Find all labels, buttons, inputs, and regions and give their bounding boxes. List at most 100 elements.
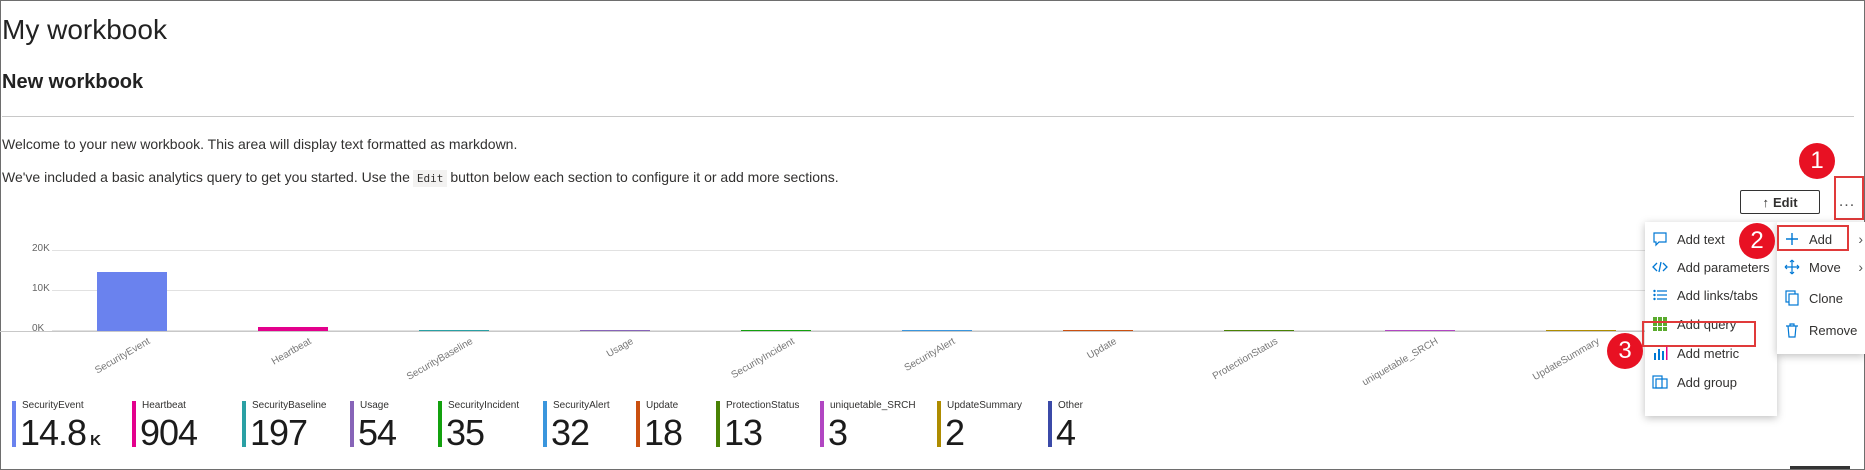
menu-item-label: Add metric bbox=[1677, 345, 1740, 361]
tile-value: 18 bbox=[644, 412, 683, 454]
tile-value: 197 bbox=[250, 412, 308, 454]
y-tick-label: 10K bbox=[32, 283, 50, 294]
code-icon bbox=[1651, 258, 1669, 276]
tile-color-stripe bbox=[543, 401, 547, 447]
bulleted-list-icon bbox=[1651, 286, 1669, 304]
callout-badge-2: 2 bbox=[1739, 223, 1775, 259]
section-divider bbox=[2, 116, 1854, 117]
section-title: New workbook bbox=[2, 71, 144, 93]
tile-color-stripe bbox=[12, 401, 16, 447]
context-item-clone[interactable]: Clone bbox=[1777, 284, 1865, 312]
menu-item-add-links-tabs[interactable]: Add links/tabs bbox=[1645, 281, 1777, 309]
tile-name: Usage bbox=[360, 400, 389, 411]
inline-code-edit: Edit bbox=[412, 170, 448, 187]
x-tick-label: SecurityBaseline bbox=[404, 336, 475, 383]
x-tick-label: UpdateSummary bbox=[1531, 336, 1602, 384]
tile-name: SecurityIncident bbox=[448, 400, 520, 411]
tile-name: SecurityEvent bbox=[22, 400, 84, 411]
bar-ProtectionStatus[interactable] bbox=[1224, 329, 1294, 331]
callout-badge-1: 1 bbox=[1799, 143, 1835, 179]
tile-number: 35 bbox=[446, 412, 485, 453]
menu-item-label: Add parameters bbox=[1677, 259, 1770, 275]
tile-value: 3 bbox=[828, 412, 848, 454]
intro-text-line1: Welcome to your new workbook. This area … bbox=[2, 136, 518, 152]
tile-number: 13 bbox=[724, 412, 763, 453]
group-icon bbox=[1651, 373, 1669, 391]
tile-number: 32 bbox=[551, 412, 590, 453]
move-icon bbox=[1783, 258, 1801, 276]
callout-badge-3: 3 bbox=[1607, 333, 1643, 369]
edit-button[interactable]: ↑ Edit bbox=[1740, 190, 1820, 214]
bar-Usage[interactable] bbox=[580, 329, 650, 331]
tile-color-stripe bbox=[716, 401, 720, 447]
bar-Heartbeat[interactable] bbox=[258, 327, 328, 331]
highlight-more-options bbox=[1834, 176, 1864, 220]
tile-name: Heartbeat bbox=[142, 400, 186, 411]
y-tick-label: 0K bbox=[32, 323, 45, 334]
x-tick-label: Update bbox=[1085, 336, 1119, 362]
context-item-remove[interactable]: Remove bbox=[1777, 316, 1865, 344]
x-tick-label: SecurityIncident bbox=[729, 336, 797, 382]
intro-text-pre: We've included a basic analytics query t… bbox=[2, 169, 410, 185]
gridline bbox=[52, 250, 1650, 251]
bar-SecurityBaseline[interactable] bbox=[419, 329, 489, 331]
tile-color-stripe bbox=[350, 401, 354, 447]
tile-color-stripe bbox=[820, 401, 824, 447]
tile-value: 2 bbox=[945, 412, 965, 454]
tile-value: 904 bbox=[140, 412, 198, 454]
y-tick-label: 20K bbox=[32, 243, 50, 254]
tile-value: 4 bbox=[1056, 412, 1076, 454]
gridline bbox=[52, 290, 1650, 291]
tile-name: uniquetable_SRCH bbox=[830, 400, 916, 411]
tile-number: 54 bbox=[358, 412, 397, 453]
bar-Update[interactable] bbox=[1063, 329, 1133, 331]
bar-SecurityIncident[interactable] bbox=[741, 329, 811, 331]
context-item-label: Remove bbox=[1809, 322, 1858, 338]
menu-item-add-group[interactable]: Add group bbox=[1645, 368, 1777, 396]
menu-item-label: Add group bbox=[1677, 374, 1737, 390]
tile-number: 18 bbox=[644, 412, 683, 453]
tile-value: 13 bbox=[724, 412, 763, 454]
up-arrow-icon: ↑ bbox=[1762, 194, 1769, 210]
tile-number: 2 bbox=[945, 412, 965, 453]
chevron-right-icon: › bbox=[1858, 231, 1863, 247]
tile-color-stripe bbox=[132, 401, 136, 447]
context-item-label: Clone bbox=[1809, 290, 1843, 306]
context-item-move[interactable]: Move › bbox=[1777, 253, 1865, 281]
x-tick-label: SecurityEvent bbox=[93, 336, 153, 377]
tile-color-stripe bbox=[438, 401, 442, 447]
scroll-indicator bbox=[1790, 466, 1850, 469]
tile-number: 197 bbox=[250, 412, 308, 453]
tile-color-stripe bbox=[636, 401, 640, 447]
tile-value: 54 bbox=[358, 412, 397, 454]
tile-color-stripe bbox=[1048, 401, 1052, 447]
highlight-add bbox=[1777, 225, 1849, 251]
tile-name: Other bbox=[1058, 400, 1084, 411]
bar-chart: 20K 10K 0K SecurityEvent Heartbeat SecurityBa… bbox=[0, 240, 1650, 400]
x-axis-line bbox=[0, 331, 1650, 332]
bar-uniquetable_SRCH[interactable] bbox=[1385, 329, 1455, 331]
tile-name: SecurityBaseline bbox=[252, 400, 327, 411]
bar-UpdateSummary[interactable] bbox=[1546, 329, 1616, 331]
intro-text-post: button below each section to configure i… bbox=[450, 169, 839, 185]
tile-value: 32 bbox=[551, 412, 590, 454]
bar-SecurityEvent[interactable] bbox=[97, 271, 167, 331]
highlight-add-query bbox=[1642, 321, 1756, 347]
tile-color-stripe bbox=[242, 401, 246, 447]
x-tick-label: Usage bbox=[604, 336, 636, 360]
tile-number: 3 bbox=[828, 412, 848, 453]
menu-item-label: Add links/tabs bbox=[1677, 287, 1758, 303]
tile-number: 4 bbox=[1056, 412, 1076, 453]
tile-name: Update bbox=[646, 400, 679, 411]
page-title: My workbook bbox=[2, 14, 167, 45]
trash-icon bbox=[1783, 321, 1801, 339]
intro-text-line2: We've included a basic analytics query t… bbox=[2, 169, 839, 187]
menu-item-label: Add text bbox=[1677, 231, 1725, 247]
tile-unit: K bbox=[90, 432, 101, 449]
comment-icon bbox=[1651, 230, 1669, 248]
bar-SecurityAlert[interactable] bbox=[902, 329, 972, 331]
x-tick-label: SecurityAlert bbox=[902, 336, 958, 374]
tile-number: 904 bbox=[140, 412, 198, 453]
x-tick-label: ProtectionStatus bbox=[1210, 336, 1280, 383]
x-tick-label: Heartbeat bbox=[269, 336, 314, 368]
